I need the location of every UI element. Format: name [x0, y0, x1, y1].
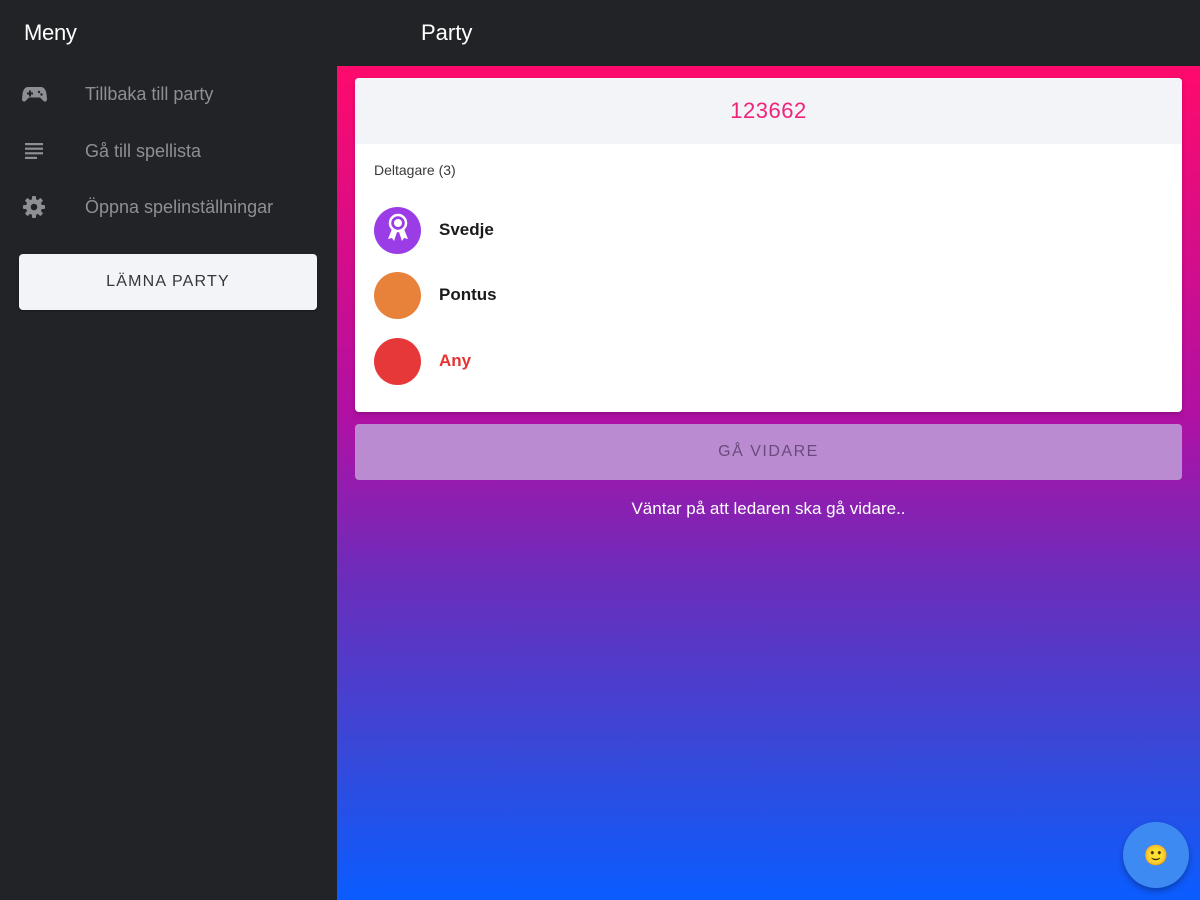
participant-name: Svedje	[439, 220, 494, 239]
sidebar-title: Meny	[24, 20, 77, 45]
continue-button[interactable]: GÅ VIDARE	[355, 424, 1182, 480]
party-code: 123662	[730, 98, 807, 123]
app-root: Meny Tillbaka till party Gå till spellis…	[0, 0, 1200, 900]
participant-name-self: Any	[439, 351, 472, 370]
app-header: Party	[337, 0, 1200, 66]
sidebar-item-back-to-party[interactable]: Tillbaka till party	[0, 68, 337, 120]
sidebar-item-label: Tillbaka till party	[85, 83, 214, 104]
avatar	[374, 206, 421, 254]
sidebar-item-label: Öppna spelinställningar	[85, 196, 274, 217]
sidebar-item-playlist[interactable]: Gå till spellista	[0, 125, 337, 177]
avatar	[374, 271, 421, 319]
leave-party-button[interactable]: LÄMNA PARTY	[19, 254, 317, 310]
gamepad-icon	[20, 80, 48, 108]
gear-icon	[20, 193, 48, 221]
participant-item: Pontus	[374, 270, 1164, 320]
waiting-status-text: Väntar på att ledaren ska gå vidare..	[631, 499, 906, 518]
emoji-icon: 🙂	[1143, 844, 1169, 867]
emoji-fab-button[interactable]: 🙂	[1123, 822, 1189, 888]
party-code-header: 123662	[355, 78, 1182, 144]
page-title: Party	[421, 20, 473, 45]
sidebar: Meny Tillbaka till party Gå till spellis…	[0, 0, 337, 900]
party-main: 123662 Deltagare (3) Svedje Pontus Any G…	[337, 66, 1200, 900]
avatar	[374, 337, 421, 385]
participant-name: Pontus	[439, 285, 497, 304]
sidebar-item-label: Gå till spellista	[85, 140, 202, 161]
participant-item: Any	[374, 336, 1164, 386]
participants-heading: Deltagare (3)	[374, 162, 456, 178]
leader-badge-icon	[384, 213, 412, 248]
sidebar-item-game-settings[interactable]: Öppna spelinställningar	[0, 181, 337, 233]
party-card: 123662 Deltagare (3) Svedje Pontus Any	[355, 78, 1182, 412]
list-icon	[20, 137, 48, 165]
participant-item: Svedje	[374, 205, 1164, 255]
